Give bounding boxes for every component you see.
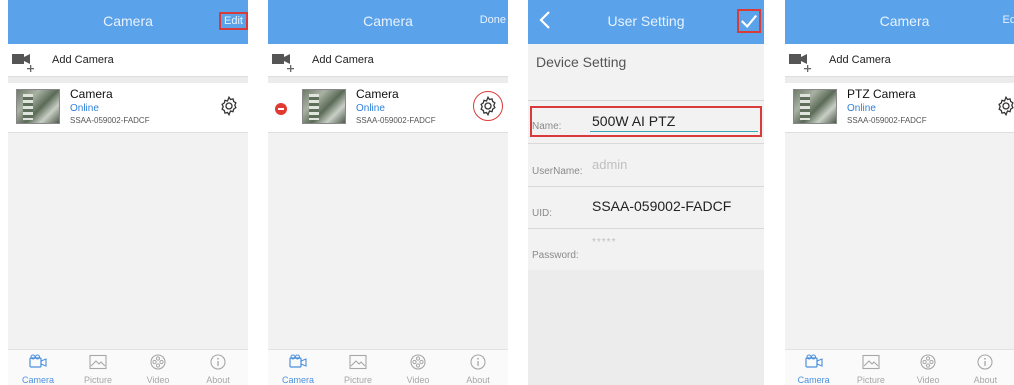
- bottom-tab-bar: Camera Picture Video About: [785, 349, 1014, 385]
- tab-picture[interactable]: Picture: [68, 350, 128, 385]
- tab-picture[interactable]: Picture: [842, 350, 899, 385]
- header-bar: User Setting: [528, 0, 764, 44]
- camera-uid: SSAA-059002-FADCF: [70, 116, 150, 125]
- password-label: Password:: [532, 250, 579, 261]
- camera-status: Online: [70, 103, 99, 114]
- camera-tab-icon: [29, 354, 47, 368]
- screen-camera-edit: Camera Done Add Camera Camera Online SSA…: [268, 0, 508, 385]
- tab-about[interactable]: About: [448, 350, 508, 385]
- delete-minus-icon[interactable]: [275, 103, 287, 115]
- gear-icon[interactable]: [477, 95, 499, 117]
- gear-icon[interactable]: [218, 95, 240, 117]
- video-camera-add-icon: [12, 54, 34, 72]
- video-tab-icon: [920, 354, 936, 370]
- screen-camera-list-renamed: Camera Ed Add Camera PTZ Camera Online S…: [785, 0, 1014, 385]
- tab-picture[interactable]: Picture: [328, 350, 388, 385]
- picture-tab-icon: [862, 354, 880, 370]
- camera-thumbnail: [793, 89, 837, 124]
- camera-tab-icon: [805, 354, 823, 368]
- save-check-button[interactable]: [737, 9, 761, 33]
- tab-video[interactable]: Video: [128, 350, 188, 385]
- tab-label: Picture: [856, 375, 885, 385]
- camera-name: Camera: [356, 87, 399, 101]
- tab-camera[interactable]: Camera: [268, 350, 328, 385]
- tab-label: Picture: [343, 375, 372, 385]
- camera-name: Camera: [70, 87, 113, 101]
- tab-label: Video: [406, 375, 430, 385]
- screen-camera-list: Camera Edit Add Camera Camera Online SSA…: [8, 0, 248, 385]
- camera-list-item[interactable]: PTZ Camera Online SSAA-059002-FADCF: [785, 83, 1014, 133]
- page-title: Camera: [103, 13, 153, 29]
- tab-about[interactable]: About: [188, 350, 248, 385]
- camera-uid: SSAA-059002-FADCF: [847, 116, 927, 125]
- camera-list-item[interactable]: Camera Online SSAA-059002-FADCF: [268, 83, 508, 133]
- tab-label: Camera: [797, 375, 830, 385]
- tab-label: About: [466, 375, 490, 385]
- tab-label: About: [206, 375, 230, 385]
- video-camera-add-icon: [789, 54, 811, 72]
- username-row: UserName: admin: [528, 144, 764, 187]
- tab-label: Camera: [281, 375, 314, 385]
- header-bar: Camera Done: [268, 0, 508, 44]
- gear-icon[interactable]: [995, 95, 1014, 117]
- add-camera-row[interactable]: Add Camera: [785, 44, 1014, 77]
- device-setting-section: Device Setting: [528, 44, 764, 101]
- edit-button[interactable]: Edit: [219, 12, 248, 30]
- tab-camera[interactable]: Camera: [8, 350, 68, 385]
- video-camera-add-icon: [272, 54, 294, 72]
- tab-video[interactable]: Video: [388, 350, 448, 385]
- camera-list-item[interactable]: Camera Online SSAA-059002-FADCF: [8, 83, 248, 133]
- edit-button[interactable]: Ed: [1003, 14, 1014, 26]
- about-info-icon: [470, 354, 486, 370]
- uid-field[interactable]: SSAA-059002-FADCF: [592, 198, 731, 214]
- page-title: User Setting: [607, 13, 685, 29]
- tab-label: About: [973, 375, 998, 385]
- camera-tab-icon: [289, 354, 307, 368]
- tab-about[interactable]: About: [957, 350, 1014, 385]
- password-field[interactable]: *****: [592, 237, 616, 248]
- bottom-tab-bar: Camera Picture Video About: [268, 349, 508, 385]
- tab-label: Video: [916, 375, 940, 385]
- camera-status: Online: [356, 103, 385, 114]
- video-tab-icon: [150, 354, 166, 370]
- username-field[interactable]: admin: [592, 157, 627, 172]
- camera-thumbnail: [302, 89, 346, 124]
- tab-label: Picture: [83, 375, 112, 385]
- picture-tab-icon: [349, 354, 367, 370]
- page-title: Camera: [363, 13, 413, 29]
- tab-label: Camera: [21, 375, 54, 385]
- add-camera-label: Add Camera: [829, 54, 891, 66]
- add-camera-label: Add Camera: [52, 54, 114, 66]
- camera-thumbnail: [16, 89, 60, 124]
- video-tab-icon: [410, 354, 426, 370]
- add-camera-label: Add Camera: [312, 54, 374, 66]
- tab-label: Video: [146, 375, 170, 385]
- add-camera-row[interactable]: Add Camera: [8, 44, 248, 77]
- picture-tab-icon: [89, 354, 107, 370]
- camera-name: PTZ Camera: [847, 87, 916, 101]
- page-title: Camera: [879, 13, 930, 29]
- tab-video[interactable]: Video: [900, 350, 957, 385]
- tab-camera[interactable]: Camera: [785, 350, 842, 385]
- bottom-tab-bar: Camera Picture Video About: [8, 349, 248, 385]
- header-bar: Camera Edit: [8, 0, 248, 44]
- about-info-icon: [977, 354, 993, 370]
- check-icon: [741, 14, 758, 28]
- camera-uid: SSAA-059002-FADCF: [356, 116, 436, 125]
- name-field-highlight: [530, 106, 762, 137]
- section-title: Device Setting: [536, 54, 627, 70]
- password-row: Password: *****: [528, 229, 764, 270]
- done-button[interactable]: Done: [480, 14, 506, 26]
- uid-label: UID:: [532, 208, 552, 219]
- screen-user-setting: User Setting Device Setting Name: 500W A…: [528, 0, 764, 385]
- camera-status: Online: [847, 103, 876, 114]
- header-bar: Camera Ed: [785, 0, 1014, 44]
- username-label: UserName:: [532, 166, 583, 177]
- empty-area: [528, 270, 764, 385]
- uid-row: UID: SSAA-059002-FADCF: [528, 187, 764, 229]
- add-camera-row[interactable]: Add Camera: [268, 44, 508, 77]
- about-info-icon: [210, 354, 226, 370]
